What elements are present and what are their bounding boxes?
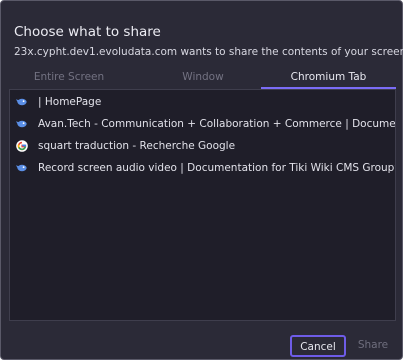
list-item-label: Avan.Tech - Communication + Collaboratio…: [38, 118, 395, 130]
google-icon: [15, 139, 29, 153]
cancel-button[interactable]: Cancel: [290, 335, 346, 357]
share-dialog: Choose what to share 23x.cypht.dev1.evol…: [0, 0, 403, 360]
tab-entire-screen[interactable]: Entire Screen: [9, 65, 129, 89]
list-item-label: squart traduction - Recherche Google: [38, 140, 236, 152]
tab-list: | HomePage Avan.Tech - Communication + C…: [9, 89, 396, 321]
list-item-avan-tech[interactable]: Avan.Tech - Communication + Collaboratio…: [10, 113, 395, 135]
share-button[interactable]: Share: [352, 335, 394, 357]
list-item-homepage[interactable]: | HomePage: [10, 91, 395, 113]
tiki-favicon-icon: [15, 161, 29, 175]
tiki-favicon-icon: [15, 117, 29, 131]
list-item-label: Record screen audio video | Documentatio…: [38, 162, 395, 174]
dialog-subtitle: 23x.cypht.dev1.evoludata.com wants to sh…: [14, 46, 403, 58]
list-item-label: | HomePage: [38, 96, 102, 108]
tab-window[interactable]: Window: [145, 65, 261, 89]
tab-chromium-tab[interactable]: Chromium Tab: [261, 65, 396, 89]
list-item-google-search[interactable]: squart traduction - Recherche Google: [10, 135, 395, 157]
source-tabs: Entire Screen Window Chromium Tab: [9, 65, 396, 89]
list-item-tiki-doc[interactable]: Record screen audio video | Documentatio…: [10, 157, 395, 179]
tiki-favicon-icon: [15, 95, 29, 109]
dialog-title: Choose what to share: [14, 24, 161, 40]
